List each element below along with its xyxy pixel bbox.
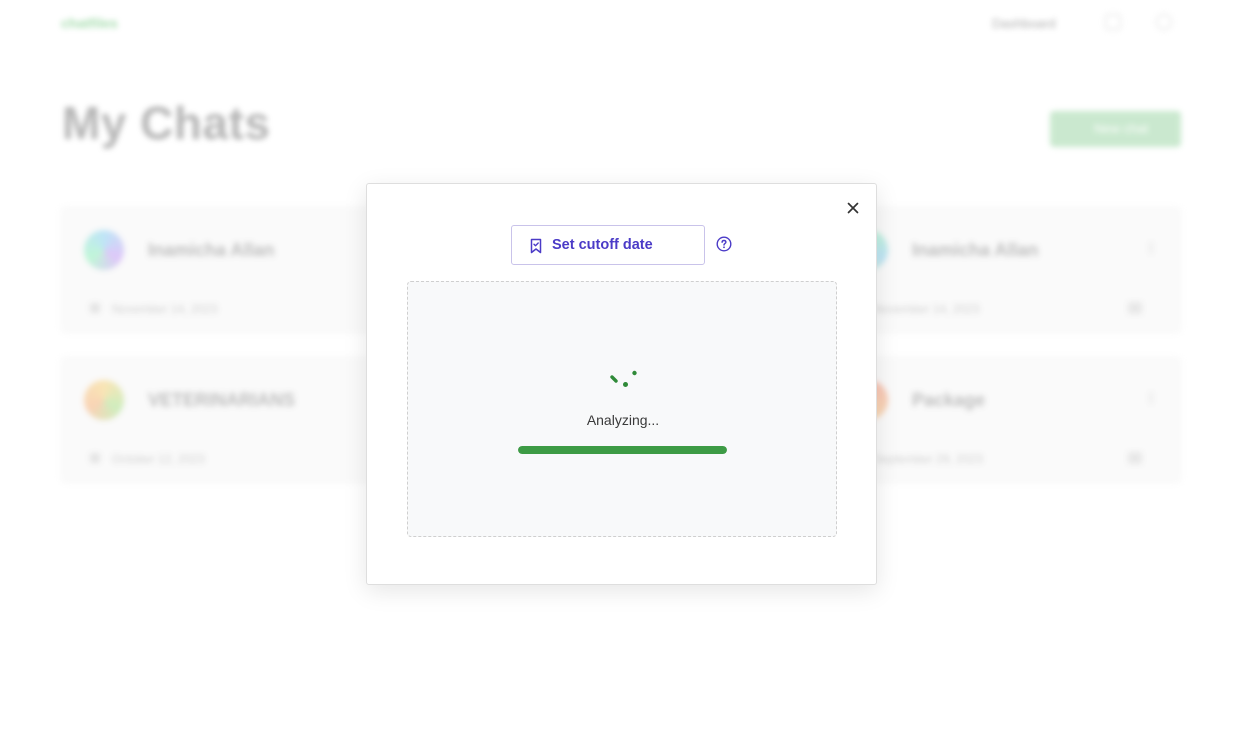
- chat-name: Inamicha Allan: [912, 240, 1039, 260]
- chat-date: November 14, 2023: [112, 302, 218, 316]
- avatar: [84, 380, 124, 420]
- analysis-dropzone: Analyzing...: [407, 281, 837, 537]
- progress-bar: [518, 446, 727, 454]
- top-navbar: chatfiles Dashboard: [0, 0, 1244, 46]
- close-button[interactable]: [845, 200, 861, 216]
- chevron-right-icon[interactable]: [1144, 242, 1152, 254]
- chat-date: November 14, 2023: [874, 302, 980, 316]
- analyze-modal: Set cutoff date Analyzing...: [366, 183, 877, 585]
- calendar-icon: [90, 453, 100, 463]
- messages-icon: [1128, 302, 1142, 314]
- chat-name: Package: [912, 390, 986, 410]
- new-chat-button[interactable]: New chat: [1050, 111, 1181, 147]
- calendar-icon: [90, 303, 100, 313]
- app-logo[interactable]: chatfiles: [61, 15, 118, 31]
- messages-icon: [1128, 452, 1142, 464]
- close-icon: [847, 202, 859, 214]
- chevron-right-icon[interactable]: [1144, 392, 1152, 404]
- page: chatfiles Dashboard My Chats New chat In…: [0, 0, 1244, 753]
- chat-name: VETERINARIANS: [148, 390, 296, 410]
- bookmark-icon: [530, 238, 542, 254]
- loading-spinner-icon: [610, 370, 637, 387]
- chat-date: September 29, 2023: [874, 452, 983, 466]
- profile-icon[interactable]: [1156, 14, 1172, 30]
- nav-dashboard-link[interactable]: Dashboard: [992, 16, 1056, 31]
- set-cutoff-date-label: Set cutoff date: [552, 237, 653, 253]
- help-circle-icon: [716, 236, 732, 252]
- status-text: Analyzing...: [586, 412, 660, 428]
- help-button[interactable]: [716, 236, 732, 252]
- settings-icon[interactable]: [1105, 14, 1121, 30]
- avatar: [84, 230, 124, 270]
- chat-name: Inamicha Allan: [148, 240, 275, 260]
- set-cutoff-date-button[interactable]: Set cutoff date: [511, 225, 705, 265]
- page-title: My Chats: [62, 97, 271, 149]
- progress-fill: [518, 446, 727, 454]
- chat-date: October 12, 2023: [112, 452, 205, 466]
